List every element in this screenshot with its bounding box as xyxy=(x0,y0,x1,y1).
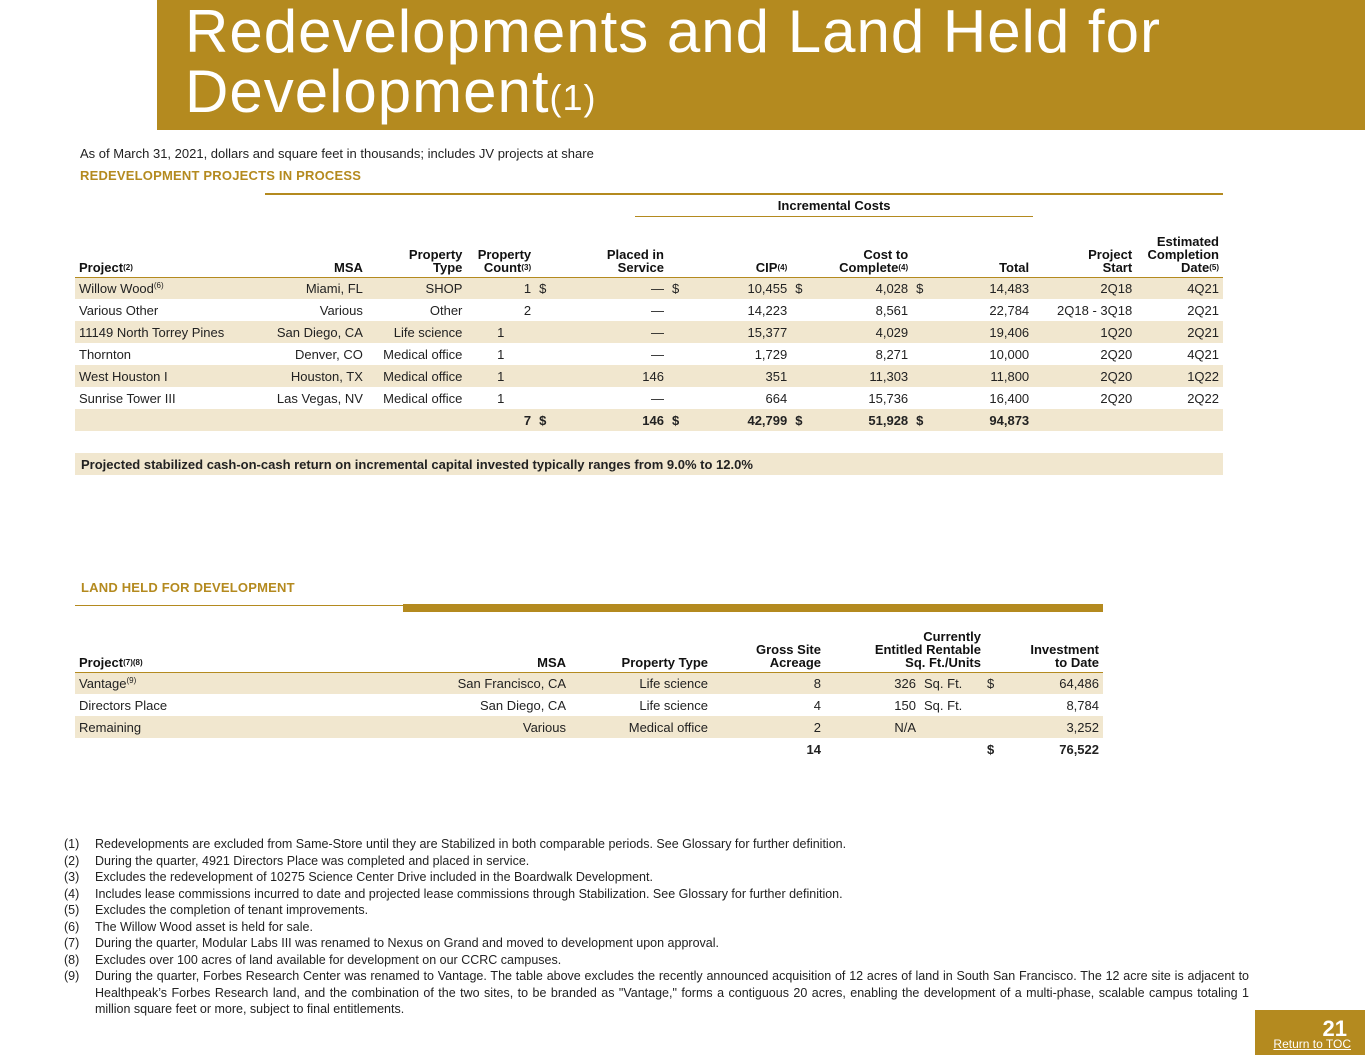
title-banner: Redevelopments and Land Held for Develop… xyxy=(157,0,1365,130)
footnote: (1) Redevelopments are excluded from Same… xyxy=(64,837,847,851)
col-estimated-completion: Estimated Completion Date(5) xyxy=(1136,220,1223,278)
incremental-costs-header: Incremental Costs xyxy=(635,199,1034,217)
footnote: (6) The Willow Wood asset is held for sal… xyxy=(64,919,313,934)
table-row: Willow Wood(6) Miami, FL SHOP 1 $ — $10,455… xyxy=(75,277,1223,299)
land-col-investment: Investment to Date xyxy=(983,614,1103,673)
land-col-property-type: Property Type xyxy=(570,614,712,673)
table-row: Thornton Denver, CO Medical office 1 — 1,7… xyxy=(79,346,1219,362)
footnote: (5) Excludes the completion of tenant imp… xyxy=(64,903,369,917)
table-row: West Houston I Houston, TX Medical office… xyxy=(75,365,1223,387)
table-row: 11149 North Torrey Pines San Diego, CA Li… xyxy=(75,321,1223,343)
land-table: Project(7)(8) MSA Property Type Gross Si… xyxy=(75,614,1103,760)
land-top-bar xyxy=(403,604,1103,612)
footnote: (2) During the quarter, 4921 Directors Pl… xyxy=(64,853,530,868)
total-row: 7 $146 $42,799 $51,928 $94,873 xyxy=(75,409,1223,431)
col-project: Project(2) xyxy=(75,220,249,278)
col-placed-in-service: Placed in Service xyxy=(535,220,668,278)
footnote: (4) Includes lease commissions incurred t… xyxy=(64,886,843,901)
col-total: Total xyxy=(912,220,1034,278)
col-property-count: Property Count(3) xyxy=(466,220,536,278)
land-col-acreage: Gross Site Acreage xyxy=(712,614,825,673)
col-project-start: Project Start xyxy=(1033,220,1137,278)
footnote: (8) Excludes over 100 acres of land avail… xyxy=(64,952,562,967)
redevelopment-section-label: REDEVELOPMENT PROJECTS IN PROCESS xyxy=(80,168,362,183)
table-row: Sunrise Tower III Las Vegas, NV Medical o… xyxy=(79,390,1219,406)
footnote: (3) Excludes the redevelopment of 10275 S… xyxy=(64,870,653,884)
col-property-type: Property Type xyxy=(366,220,467,278)
redevelopment-table: Incremental Costs Project(2) MSA Propert… xyxy=(75,196,1223,431)
page-title: Redevelopments and Land Held for Develop… xyxy=(185,2,1161,122)
title-line-2: Development xyxy=(185,58,550,125)
redevelopment-top-rule xyxy=(265,193,1223,195)
table-row: Vantage(9) San Francisco, CA Life science… xyxy=(75,672,1103,694)
title-line-1: Redevelopments and Land Held for xyxy=(185,0,1161,65)
cash-return-callout: Projected stabilized cash-on-cash return… xyxy=(75,453,1223,475)
land-section-label: LAND HELD FOR DEVELOPMENT xyxy=(81,580,295,595)
table-row: Directors Place San Diego, CA Life scienc… xyxy=(79,697,1099,713)
land-col-msa: MSA xyxy=(375,614,570,673)
footnote: (7) During the quarter, Modular Labs III … xyxy=(64,936,719,950)
col-cost-to-complete: Cost to Complete(4) xyxy=(791,220,913,278)
title-footnote-ref: (1) xyxy=(549,77,597,118)
total-row: 14 $76,522 xyxy=(806,741,1099,757)
page-number-box: 21 Return to TOC xyxy=(1255,1010,1365,1055)
land-col-project: Project(7)(8) xyxy=(75,614,375,673)
table-row: Remaining Various Medical office 2 N/A 3,… xyxy=(75,716,1103,738)
footnote: (9) During the quarter, Forbes Research C… xyxy=(64,969,1249,1016)
return-to-toc-link[interactable]: Return to TOC xyxy=(1273,1037,1351,1051)
land-left-rule xyxy=(75,605,405,606)
subtitle: As of March 31, 2021, dollars and square… xyxy=(80,146,594,161)
land-col-sqft: Currently Entitled Rentable Sq. Ft./Units xyxy=(825,614,983,673)
col-msa: MSA xyxy=(248,220,367,278)
col-cip: CIP(4) xyxy=(667,220,792,278)
table-row: Various Other Various Other 2 — 14,223 8,5… xyxy=(79,302,1219,318)
footnotes: (1) Redevelopments are excluded from Same… xyxy=(64,836,1249,1018)
